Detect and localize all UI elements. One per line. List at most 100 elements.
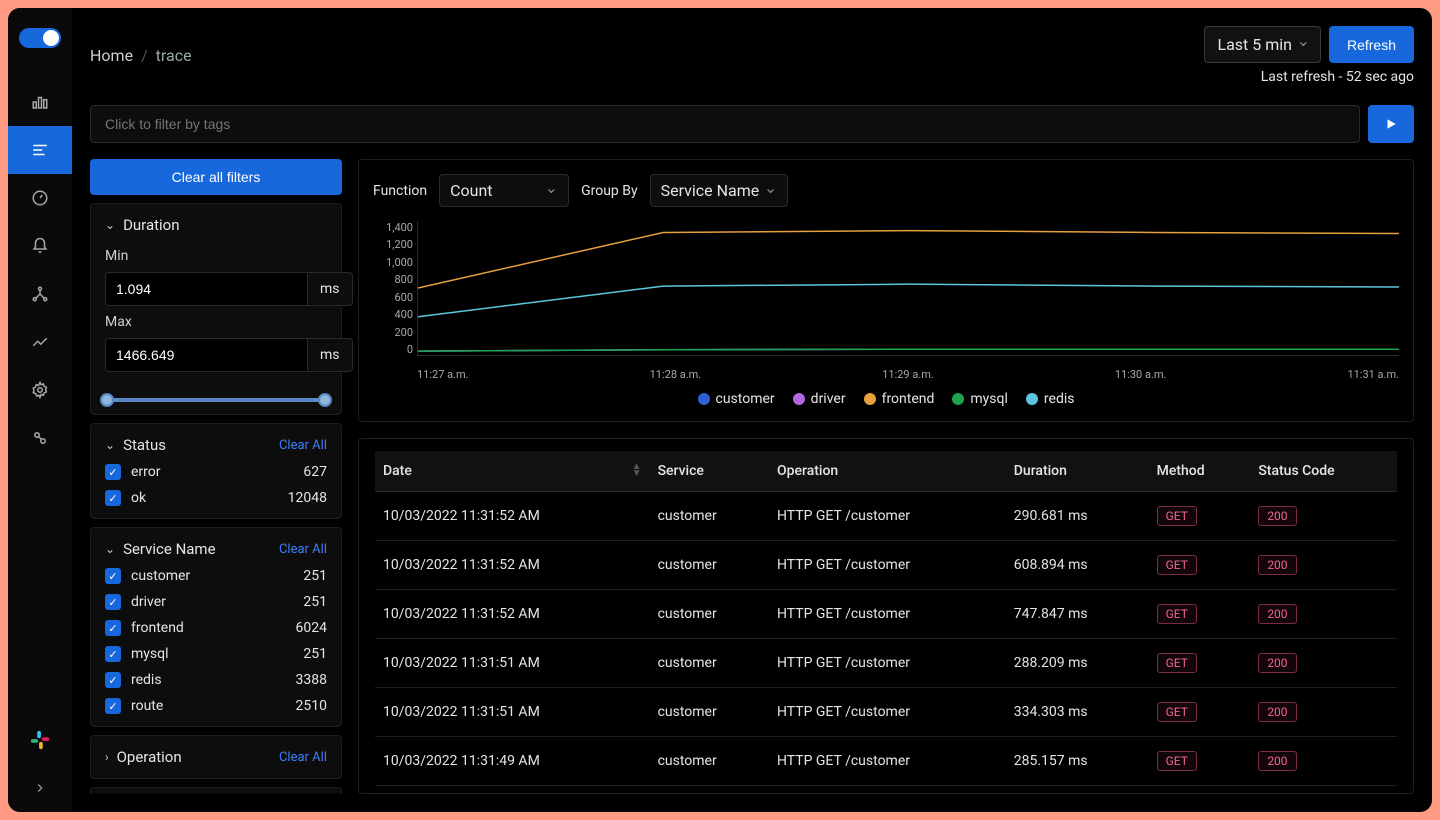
cell-operation: HTTP GET /customer <box>769 688 1006 737</box>
cell-service: customer <box>650 541 769 590</box>
cell-method: GET <box>1149 492 1251 541</box>
table-row[interactable]: 10/03/2022 11:31:52 AM customer HTTP GET… <box>375 590 1397 639</box>
table-row[interactable]: 10/03/2022 11:31:51 AM customer HTTP GET… <box>375 688 1397 737</box>
service-count: 6024 <box>296 620 327 636</box>
slack-icon <box>29 729 51 751</box>
legend-item[interactable]: mysql <box>952 391 1008 407</box>
nav-alerts[interactable] <box>8 222 72 270</box>
service-label: mysql <box>131 646 169 662</box>
table-row[interactable]: 10/03/2022 11:31:52 AM customer HTTP GET… <box>375 541 1397 590</box>
table-row[interactable]: 10/03/2022 11:31:49 AM customer HTTP GET… <box>375 737 1397 786</box>
checkbox-icon[interactable]: ✓ <box>105 464 121 480</box>
tag-filter-input[interactable] <box>90 105 1360 143</box>
cell-date: 10/03/2022 11:31:52 AM <box>375 541 650 590</box>
service-item[interactable]: ✓driver251 <box>105 594 327 610</box>
nav-settings[interactable] <box>8 366 72 414</box>
service-count: 251 <box>303 594 327 610</box>
cell-status: 200 <box>1250 639 1397 688</box>
function-select[interactable]: Count <box>439 174 569 207</box>
run-query-button[interactable] <box>1368 105 1414 143</box>
service-item[interactable]: ✓redis3388 <box>105 672 327 688</box>
cell-method: GET <box>1149 737 1251 786</box>
legend-dot-icon <box>952 393 964 405</box>
filter-service-header[interactable]: ⌄Service Name Clear All <box>105 540 327 558</box>
table-header-date[interactable]: Date▲▼ <box>375 451 650 492</box>
table-row[interactable]: 10/03/2022 11:31:52 AM customer HTTP GET… <box>375 492 1397 541</box>
toggle-switch[interactable] <box>19 28 61 48</box>
sidebar-expand[interactable] <box>8 764 72 812</box>
status-count: 627 <box>303 464 327 480</box>
time-range-select[interactable]: Last 5 min <box>1204 26 1321 63</box>
status-item[interactable]: ✓ error 627 <box>105 464 327 480</box>
clear-operation-link[interactable]: Clear All <box>279 750 327 765</box>
max-unit: ms <box>307 338 353 372</box>
filter-status: ⌄Status Clear All ✓error627✓ok12048 <box>90 423 342 519</box>
plug-icon <box>31 429 49 447</box>
nav-service-map[interactable] <box>8 270 72 318</box>
service-label: redis <box>131 672 162 688</box>
content-row: Clear all filters ⌄Duration Min ms Max <box>90 159 1414 794</box>
checkbox-icon[interactable]: ✓ <box>105 490 121 506</box>
status-label: ok <box>131 490 146 506</box>
nav-traces[interactable] <box>8 126 72 174</box>
service-item[interactable]: ✓mysql251 <box>105 646 327 662</box>
max-input[interactable] <box>105 338 307 372</box>
table-header-method[interactable]: Method <box>1149 451 1251 492</box>
cell-date: 10/03/2022 11:31:51 AM <box>375 688 650 737</box>
nav-dashboards[interactable] <box>8 174 72 222</box>
chart-box: Function Count Group By Service Name 1,4… <box>358 159 1414 422</box>
duration-slider[interactable] <box>105 398 327 402</box>
legend-item[interactable]: redis <box>1026 391 1075 407</box>
refresh-button[interactable]: Refresh <box>1329 26 1414 63</box>
filter-status-header[interactable]: ⌄Status Clear All <box>105 436 327 454</box>
max-label: Max <box>105 314 327 330</box>
checkbox-icon[interactable]: ✓ <box>105 672 121 688</box>
table-header-status-code[interactable]: Status Code <box>1250 451 1397 492</box>
legend-label: driver <box>811 391 846 407</box>
clear-service-link[interactable]: Clear All <box>279 542 327 557</box>
checkbox-icon[interactable]: ✓ <box>105 646 121 662</box>
cell-duration: 285.157 ms <box>1006 737 1149 786</box>
filter-operation: ›Operation Clear All <box>90 735 342 779</box>
table-header-duration[interactable]: Duration <box>1006 451 1149 492</box>
legend-dot-icon <box>864 393 876 405</box>
breadcrumb-home[interactable]: Home <box>90 46 133 65</box>
clear-status-link[interactable]: Clear All <box>279 438 327 453</box>
topbar: Home / trace Last 5 min Refresh Last ref… <box>90 26 1414 85</box>
checkbox-icon[interactable]: ✓ <box>105 568 121 584</box>
chart-legend: customer driver frontend mysql redis <box>373 391 1399 407</box>
filter-duration-header[interactable]: ⌄Duration <box>105 216 327 234</box>
status-tag: 200 <box>1258 751 1296 771</box>
group-by-select[interactable]: Service Name <box>650 174 789 207</box>
service-label: frontend <box>131 620 184 636</box>
gear-icon <box>31 381 49 399</box>
clear-all-filters-button[interactable]: Clear all filters <box>90 159 342 195</box>
cell-operation: HTTP GET /customer <box>769 492 1006 541</box>
chart-plot[interactable] <box>417 221 1399 356</box>
table-header-service[interactable]: Service <box>650 451 769 492</box>
checkbox-icon[interactable]: ✓ <box>105 698 121 714</box>
status-item[interactable]: ✓ok12048 <box>105 490 327 506</box>
dashboard-icon <box>31 189 49 207</box>
nav-slack[interactable] <box>8 716 72 764</box>
checkbox-icon[interactable]: ✓ <box>105 620 121 636</box>
nav-metrics[interactable] <box>8 78 72 126</box>
status-label: error <box>131 464 161 480</box>
legend-item[interactable]: driver <box>793 391 846 407</box>
checkbox-icon[interactable]: ✓ <box>105 594 121 610</box>
service-item[interactable]: ✓customer251 <box>105 568 327 584</box>
table-header-operation[interactable]: Operation <box>769 451 1006 492</box>
cell-date: 10/03/2022 11:31:49 AM <box>375 737 650 786</box>
table-row[interactable]: 10/03/2022 11:31:51 AM customer HTTP GET… <box>375 639 1397 688</box>
method-tag: GET <box>1157 653 1197 673</box>
filter-operation-title: Operation <box>117 748 182 766</box>
bell-icon <box>31 237 49 255</box>
service-item[interactable]: ✓ frontend 6024 <box>105 620 327 636</box>
legend-item[interactable]: frontend <box>864 391 935 407</box>
nav-usage[interactable] <box>8 318 72 366</box>
legend-item[interactable]: customer <box>698 391 775 407</box>
filter-operation-header[interactable]: ›Operation <box>105 748 182 766</box>
nav-instrument[interactable] <box>8 414 72 462</box>
service-item[interactable]: ✓route2510 <box>105 698 327 714</box>
min-input[interactable] <box>105 272 307 306</box>
